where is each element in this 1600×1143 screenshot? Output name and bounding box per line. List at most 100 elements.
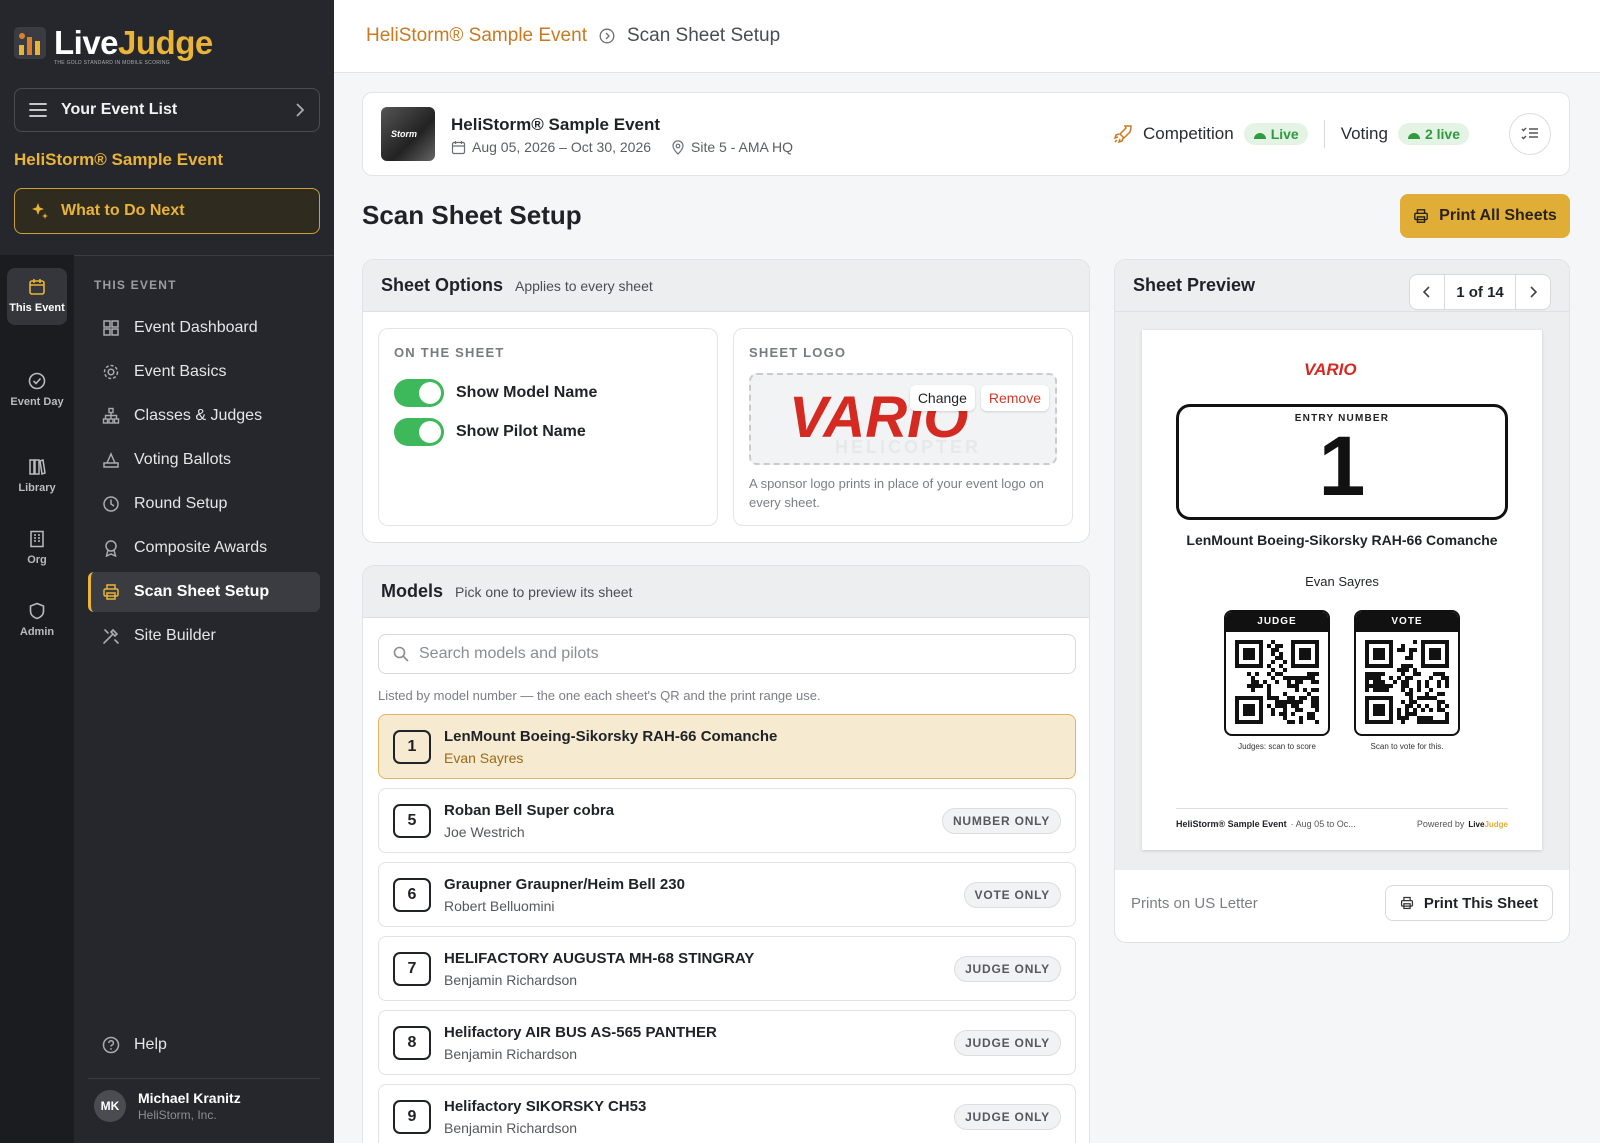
- model-row[interactable]: 8 Helifactory AIR BUS AS-565 PANTHER Benj…: [378, 1010, 1076, 1075]
- model-row[interactable]: 6 Graupner Graupner/Heim Bell 230 Robert …: [378, 862, 1076, 927]
- sheet-model-name: LenMount Boeing-Sikorsky RAH-66 Comanche: [1186, 532, 1498, 548]
- sheet-mode-badge: JUDGE ONLY: [954, 1103, 1061, 1130]
- help-icon: [102, 1036, 120, 1054]
- tools-icon: [103, 628, 119, 644]
- rail-library[interactable]: Library: [7, 448, 67, 505]
- model-row[interactable]: 7 HELIFACTORY AUGUSTA MH-68 STINGRAY Benj…: [378, 936, 1076, 1001]
- model-row[interactable]: 5 Roban Bell Super cobra Joe Westrich NUM…: [378, 788, 1076, 853]
- breadcrumb-event-link[interactable]: HeliStorm® Sample Event: [366, 25, 587, 47]
- rail-org[interactable]: Org: [7, 520, 67, 577]
- sheet-mode-badge: JUDGE ONLY: [954, 1029, 1061, 1056]
- model-name: Helifactory AIR BUS AS-565 PANTHER: [444, 1023, 717, 1041]
- rail-label: Admin: [19, 626, 55, 638]
- chevron-right-icon: [1530, 286, 1537, 298]
- voting-live-badge: 2 live: [1397, 123, 1469, 145]
- on-the-sheet-label: ON THE SHEET: [394, 345, 505, 360]
- sidebar-item-event-dashboard[interactable]: Event Dashboard: [88, 308, 320, 348]
- rail-label: Library: [18, 482, 56, 494]
- logo-mark-icon: [14, 26, 46, 59]
- show-model-name-toggle[interactable]: [394, 379, 444, 407]
- sidebar-event-name[interactable]: HeliStorm® Sample Event: [14, 150, 223, 170]
- hierarchy-icon: [102, 407, 120, 424]
- print-all-sheets-button[interactable]: Print All Sheets: [1400, 194, 1570, 238]
- model-name: Helifactory SIKORSKY CH53: [444, 1097, 647, 1115]
- event-dates: Aug 05, 2026 – Oct 30, 2026: [472, 139, 652, 155]
- printer-icon: [1414, 209, 1429, 223]
- event-list-button[interactable]: Your Event List: [14, 88, 320, 132]
- model-number: 5: [393, 803, 431, 838]
- model-number: 9: [393, 1099, 431, 1134]
- toggle-label: Show Pilot Name: [456, 423, 586, 440]
- remove-logo-button[interactable]: Remove: [980, 385, 1049, 411]
- breadcrumb: HeliStorm® Sample Event Scan Sheet Setup: [334, 0, 1600, 73]
- breadcrumb-current: Scan Sheet Setup: [626, 25, 781, 46]
- sidebar-item-composite-awards[interactable]: Composite Awards: [88, 528, 320, 568]
- model-number: 6: [393, 877, 431, 912]
- rail-this-event[interactable]: This Event: [7, 268, 67, 326]
- powered-by-label: Powered by: [1416, 819, 1465, 829]
- location-pin-icon: [672, 139, 684, 155]
- event-meta: Aug 05, 2026 – Oct 30, 2026 Site 5 - AMA…: [451, 139, 793, 155]
- rail-event-day[interactable]: Event Day: [7, 362, 67, 419]
- logo-help-text: A sponsor logo prints in place of your e…: [749, 476, 1044, 510]
- help-link[interactable]: Help: [102, 1036, 167, 1054]
- sheet-preview-card: Sheet Preview 1 of 14 VARIO ENTRY NUMBER…: [1114, 259, 1570, 943]
- rail-label: This Event: [9, 302, 65, 314]
- what-to-do-next-label: What to Do Next: [61, 202, 185, 219]
- user-menu[interactable]: MK Michael Kranitz HeliStorm, Inc.: [94, 1090, 241, 1122]
- competition-label: Competition: [1142, 124, 1234, 143]
- sheet-preview-area: VARIO ENTRY NUMBER 1 LenMount Boeing-Sik…: [1115, 312, 1569, 870]
- checklist-icon: [1521, 127, 1538, 140]
- sidebar-item-label: Classes & Judges: [134, 407, 263, 424]
- footer-event-name: HeliStorm® Sample Event: [1176, 819, 1287, 829]
- sheet-page-indicator: 1 of 14: [1444, 275, 1516, 309]
- printer-icon: [1400, 896, 1413, 910]
- print-this-sheet-button[interactable]: Print This Sheet: [1384, 885, 1553, 921]
- rocket-icon: [1113, 125, 1132, 144]
- competition-live-badge: Live: [1243, 123, 1308, 145]
- sheet-mode-badge: JUDGE ONLY: [954, 955, 1061, 982]
- model-number: 8: [393, 1025, 431, 1060]
- livejudge-logo[interactable]: LiveJudge THE GOLD STANDARD IN MOBILE SC…: [14, 26, 213, 66]
- sidebar-item-scan-sheet-setup[interactable]: Scan Sheet Setup: [88, 572, 320, 612]
- sidebar-item-site-builder[interactable]: Site Builder: [88, 616, 320, 656]
- pilot-name: Joe Westrich: [444, 823, 525, 840]
- model-row[interactable]: 9 Helifactory SIKORSKY CH53 Benjamin Rich…: [378, 1084, 1076, 1143]
- help-label: Help: [134, 1036, 167, 1053]
- pilot-name: Benjamin Richardson: [444, 1045, 578, 1062]
- sidebar-item-round-setup[interactable]: Round Setup: [88, 484, 320, 524]
- clock-icon: [103, 496, 119, 512]
- rail-admin[interactable]: Admin: [7, 592, 67, 649]
- user-org: HeliStorm, Inc.: [138, 1108, 217, 1122]
- sidebar-item-voting-ballots[interactable]: Voting Ballots: [88, 440, 320, 480]
- signal-icon: [1253, 133, 1266, 139]
- user-divider: [88, 1078, 320, 1079]
- previous-sheet-button[interactable]: [1410, 275, 1444, 309]
- footer-dates: · Aug 05 to Oc...: [1290, 819, 1356, 829]
- entry-number-box: ENTRY NUMBER 1: [1176, 404, 1508, 520]
- building-icon: [30, 530, 44, 548]
- user-name: Michael Kranitz: [138, 1090, 241, 1106]
- model-number: 7: [393, 951, 431, 986]
- checklist-button[interactable]: [1509, 113, 1551, 155]
- change-logo-button[interactable]: Change: [909, 385, 975, 411]
- event-status: Competition Live Voting 2 live: [1113, 113, 1551, 155]
- entry-number: 1: [1318, 419, 1366, 513]
- sidebar-item-classes-judges[interactable]: Classes & Judges: [88, 396, 320, 436]
- sidebar-item-label: Round Setup: [134, 495, 228, 512]
- models-subtitle: Pick one to preview its sheet: [455, 583, 633, 600]
- judge-qr-label: JUDGE: [1226, 612, 1328, 632]
- next-sheet-button[interactable]: [1516, 275, 1550, 309]
- show-pilot-name-toggle[interactable]: [394, 418, 444, 446]
- model-number: 1: [393, 729, 431, 764]
- sheet-preview-footer: Prints on US Letter Print This Sheet: [1115, 870, 1569, 936]
- what-to-do-next-button[interactable]: What to Do Next: [14, 188, 320, 234]
- sheet-pilot-name: Evan Sayres: [1305, 574, 1379, 589]
- sidebar-item-event-basics[interactable]: Event Basics: [88, 352, 320, 392]
- search-field: [378, 634, 1076, 674]
- model-row[interactable]: 1 LenMount Boeing-Sikorsky RAH-66 Comanc…: [378, 714, 1076, 779]
- qr-code-icon: [1235, 640, 1319, 724]
- books-icon: [29, 459, 46, 475]
- sponsor-logo-dropzone[interactable]: VARIO HELICOPTER Change Remove: [749, 373, 1057, 465]
- search-input[interactable]: [419, 645, 1039, 663]
